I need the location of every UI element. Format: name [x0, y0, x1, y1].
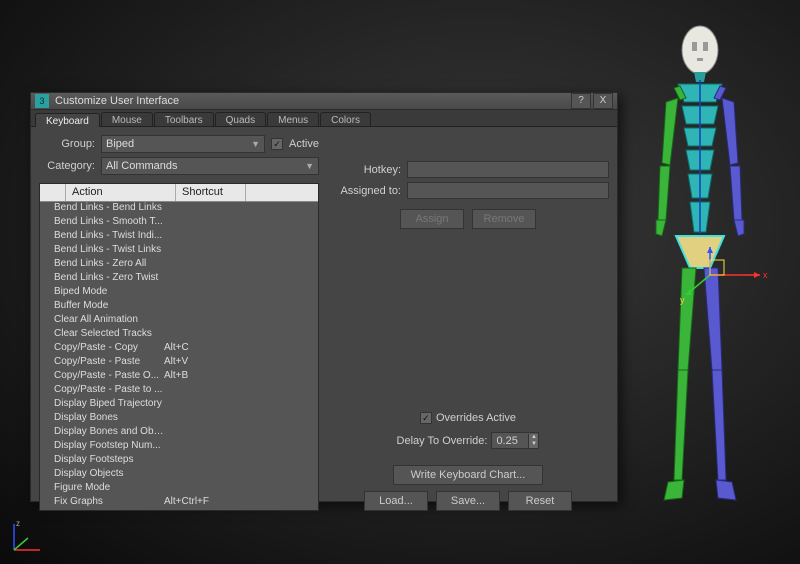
assigned-to-label: Assigned to:: [327, 185, 401, 197]
list-item[interactable]: Bend Links - Twist Links: [40, 244, 318, 258]
active-checkbox-label: Active: [289, 138, 319, 150]
list-item[interactable]: Display Footsteps: [40, 454, 318, 468]
list-item[interactable]: Biped Mode: [40, 286, 318, 300]
spinner-down-icon[interactable]: ▼: [528, 441, 538, 448]
help-button[interactable]: ?: [571, 93, 591, 109]
hotkey-label: Hotkey:: [327, 164, 401, 176]
list-item[interactable]: Clear Selected Tracks: [40, 328, 318, 342]
remove-button[interactable]: Remove: [472, 209, 536, 229]
list-item[interactable]: Figure Mode: [40, 482, 318, 496]
category-dropdown[interactable]: All Commands▼: [101, 157, 319, 175]
list-item[interactable]: Bend Links - Twist Indi...: [40, 230, 318, 244]
save-button[interactable]: Save...: [436, 491, 500, 511]
list-item[interactable]: Bend Links - Bend Links: [40, 202, 318, 216]
load-button[interactable]: Load...: [364, 491, 428, 511]
close-button[interactable]: X: [593, 93, 613, 109]
svg-text:z: z: [16, 519, 20, 528]
chevron-down-icon: ▼: [251, 139, 260, 149]
list-item[interactable]: Display Bones: [40, 412, 318, 426]
chevron-down-icon: ▼: [305, 161, 314, 171]
list-item[interactable]: Bend Links - Zero Twist: [40, 272, 318, 286]
tab-keyboard[interactable]: Keyboard: [35, 113, 100, 127]
tab-quads[interactable]: Quads: [215, 112, 266, 126]
overrides-checkbox[interactable]: ✓: [420, 412, 432, 424]
assigned-to-input[interactable]: [407, 182, 609, 199]
list-item[interactable]: Bend Links - Zero All: [40, 258, 318, 272]
group-dropdown[interactable]: Biped▼: [101, 135, 265, 153]
delay-spinner[interactable]: 0.25 ▲▼: [491, 432, 539, 449]
list-body[interactable]: Bend Links - Bend LinksBend Links - Smoo…: [40, 202, 318, 510]
assign-button[interactable]: Assign: [400, 209, 464, 229]
active-checkbox[interactable]: ✓: [271, 138, 283, 150]
list-item[interactable]: Display Footstep Num...: [40, 440, 318, 454]
svg-text:x: x: [763, 270, 768, 280]
list-item[interactable]: Bend Links - Smooth T...: [40, 216, 318, 230]
list-item[interactable]: Fix GraphsAlt+Ctrl+F: [40, 496, 318, 510]
list-item[interactable]: Copy/Paste - CopyAlt+C: [40, 342, 318, 356]
list-item[interactable]: Display Biped Trajectory: [40, 398, 318, 412]
titlebar[interactable]: 3 Customize User Interface ? X: [31, 93, 617, 110]
spinner-up-icon[interactable]: ▲: [528, 434, 538, 441]
delay-label: Delay To Override:: [397, 435, 488, 447]
corner-axis-indicator: z: [6, 518, 46, 558]
list-item[interactable]: Display Bones and Obj...: [40, 426, 318, 440]
list-item[interactable]: Copy/Paste - PasteAlt+V: [40, 356, 318, 370]
list-item[interactable]: Copy/Paste - Paste O...Alt+B: [40, 370, 318, 384]
reset-button[interactable]: Reset: [508, 491, 572, 511]
app-icon: 3: [35, 94, 49, 108]
dialog-title: Customize User Interface: [55, 95, 569, 107]
overrides-label: Overrides Active: [436, 412, 516, 424]
svg-text:y: y: [680, 295, 685, 305]
tab-toolbars[interactable]: Toolbars: [154, 112, 214, 126]
list-item[interactable]: Display Objects: [40, 468, 318, 482]
list-item[interactable]: Buffer Mode: [40, 300, 318, 314]
customize-ui-dialog: 3 Customize User Interface ? X KeyboardM…: [30, 92, 618, 502]
write-keyboard-chart-button[interactable]: Write Keyboard Chart...: [393, 465, 543, 485]
action-list: Action Shortcut Bend Links - Bend LinksB…: [39, 183, 319, 511]
tab-menus[interactable]: Menus: [267, 112, 319, 126]
shortcut-column-header[interactable]: Shortcut: [176, 184, 246, 201]
category-label: Category:: [39, 160, 95, 172]
tab-mouse[interactable]: Mouse: [101, 112, 153, 126]
tab-strip: KeyboardMouseToolbarsQuadsMenusColors: [31, 110, 617, 127]
action-column-header[interactable]: Action: [66, 184, 176, 201]
tab-colors[interactable]: Colors: [320, 112, 371, 126]
list-item[interactable]: Copy/Paste - Paste to ...: [40, 384, 318, 398]
transform-gizmo[interactable]: x y: [680, 245, 770, 305]
list-header[interactable]: Action Shortcut: [40, 184, 318, 202]
group-label: Group:: [39, 138, 95, 150]
list-item[interactable]: Clear All Animation: [40, 314, 318, 328]
hotkey-input[interactable]: [407, 161, 609, 178]
